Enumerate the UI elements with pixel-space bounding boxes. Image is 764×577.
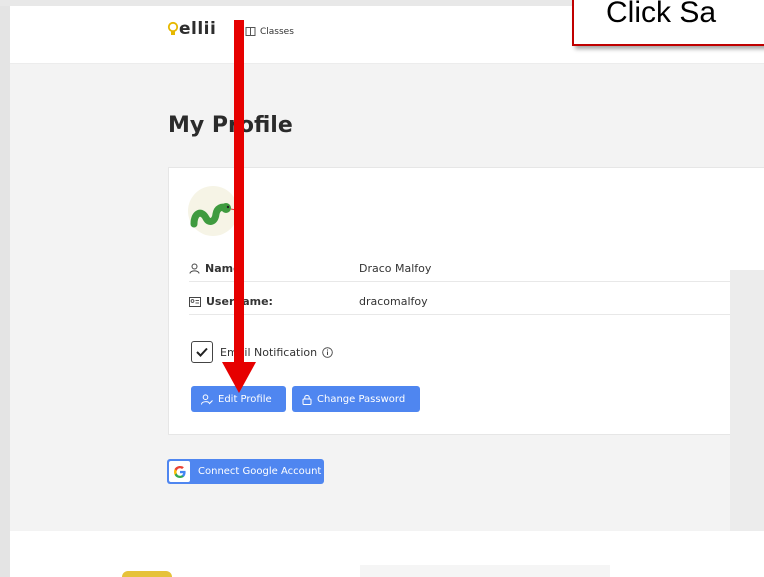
id-card-icon [189, 296, 201, 307]
email-notification-checkbox[interactable] [191, 341, 213, 363]
edit-profile-label: Edit Profile [218, 393, 272, 405]
name-row: Name: Draco Malfoy [189, 255, 764, 282]
info-icon[interactable] [322, 347, 333, 358]
avatar[interactable] [188, 186, 238, 236]
google-logo-icon [169, 461, 190, 482]
side-overlay [730, 270, 764, 550]
name-value: Draco Malfoy [359, 262, 432, 275]
lightbulb-icon [167, 21, 179, 35]
user-edit-icon [201, 393, 213, 405]
change-password-button[interactable]: Change Password [292, 386, 420, 412]
name-label: Name: [205, 262, 245, 275]
callout-text: Click Sa [606, 0, 717, 29]
email-notification-label: Email Notification [220, 346, 318, 359]
username-row: Username: dracomalfoy [189, 288, 764, 315]
ellii-logo[interactable]: ellii [167, 19, 216, 39]
change-password-label: Change Password [317, 393, 406, 405]
nav-classes-label: Classes [260, 26, 294, 37]
user-icon [189, 263, 200, 274]
footer-logo [122, 571, 172, 577]
profile-card: Name: Draco Malfoy Username: dracomalfoy… [168, 167, 764, 435]
instruction-callout: Click Sa [572, 0, 764, 46]
book-icon [245, 27, 256, 36]
footer-panel [360, 565, 610, 577]
connect-google-button[interactable]: Connect Google Account [167, 459, 324, 484]
connect-google-label: Connect Google Account [198, 466, 322, 477]
logo-text: ellii [179, 19, 217, 39]
nav-classes-link[interactable]: Classes [245, 26, 294, 37]
checkmark-icon [196, 347, 208, 357]
lock-icon [302, 394, 312, 405]
email-notification: Email Notification [220, 346, 333, 359]
username-value: dracomalfoy [359, 295, 428, 308]
username-label: Username: [206, 295, 273, 308]
frame-edge [0, 0, 10, 577]
page-title: My Profile [168, 113, 293, 138]
edit-profile-button[interactable]: Edit Profile [191, 386, 286, 412]
snake-avatar-icon [190, 203, 237, 228]
